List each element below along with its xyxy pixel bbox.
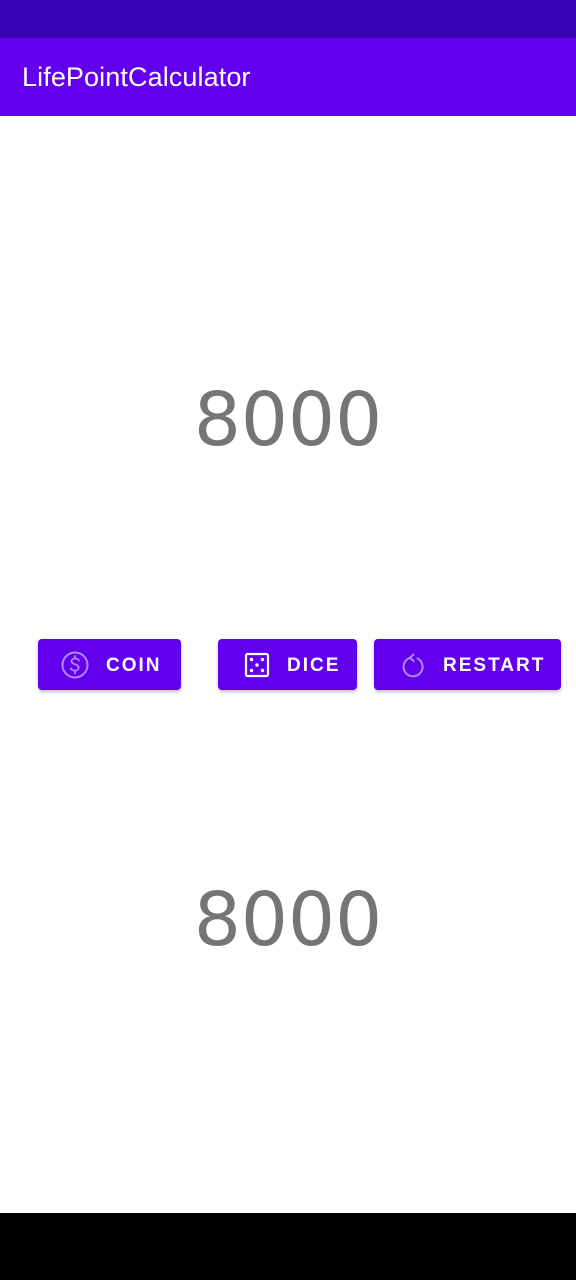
- coin-icon: [61, 651, 89, 679]
- dice-icon: [244, 652, 270, 678]
- top-player-life-points[interactable]: 8000: [0, 380, 576, 460]
- coin-button-label: COIN: [106, 655, 162, 676]
- app-title: LifePointCalculator: [22, 62, 251, 92]
- restart-button[interactable]: RESTART: [374, 639, 561, 690]
- main-content: 8000 COIN DICE RESTART 8000: [0, 116, 576, 1213]
- bottom-player-life-points[interactable]: 8000: [0, 880, 576, 960]
- restart-button-label: RESTART: [443, 655, 546, 676]
- dice-button[interactable]: DICE: [218, 639, 357, 690]
- coin-button[interactable]: COIN: [38, 639, 181, 690]
- restart-icon: [402, 653, 424, 678]
- dice-button-label: DICE: [287, 655, 341, 676]
- navigation-bar: [0, 1213, 576, 1280]
- app-bar: LifePointCalculator: [0, 38, 576, 116]
- status-bar: [0, 0, 576, 38]
